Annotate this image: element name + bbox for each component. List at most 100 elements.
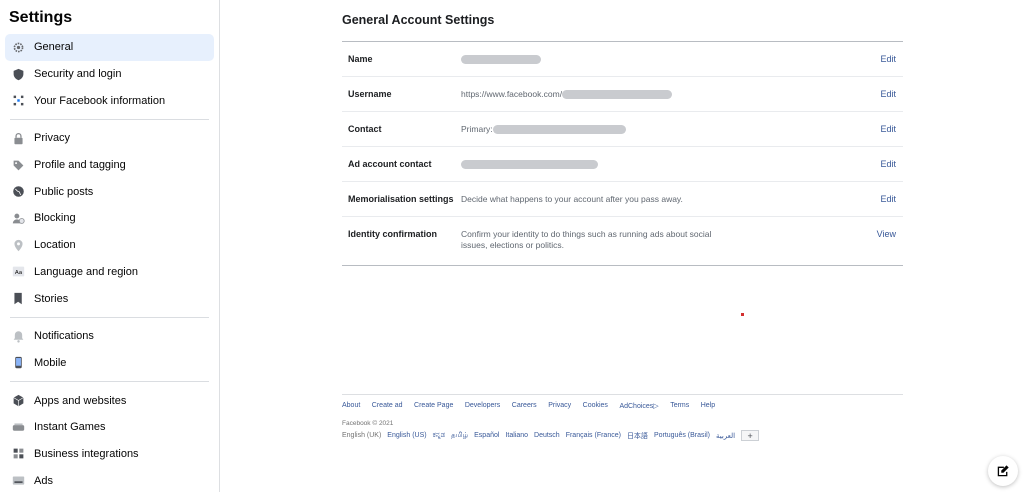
sidebar-item-label: Instant Games xyxy=(34,421,106,434)
sidebar-item-public-posts[interactable]: Public posts xyxy=(5,178,214,205)
edit-name-link[interactable]: Edit xyxy=(880,54,896,64)
language-link[interactable]: العربية xyxy=(716,432,735,440)
sidebar-item-mobile[interactable]: Mobile xyxy=(5,350,214,377)
language-link[interactable]: Italiano xyxy=(505,432,528,439)
redacted-value xyxy=(461,54,541,64)
sidebar-item-label: Public posts xyxy=(34,185,94,198)
sidebar-divider xyxy=(10,316,209,318)
setting-row-identity-confirmation: Identity confirmation Confirm your identi… xyxy=(342,217,903,261)
footer: About Create ad Create Page Developers Caree… xyxy=(342,394,903,441)
language-link[interactable]: Español xyxy=(474,432,499,439)
sidebar-item-label: Privacy xyxy=(34,132,71,145)
footer-link[interactable]: Privacy xyxy=(548,402,571,410)
sidebar-item-label: Notifications xyxy=(34,330,94,343)
footer-link[interactable]: Help xyxy=(701,402,715,410)
sidebar-item-label: Ads xyxy=(34,474,53,487)
sidebar-item-profile-and-tagging[interactable]: Profile and tagging xyxy=(5,152,214,179)
footer-links: About Create ad Create Page Developers Caree… xyxy=(342,402,903,410)
sidebar-item-general[interactable]: General xyxy=(5,34,214,61)
setting-label: Username xyxy=(348,89,392,99)
footer-link[interactable]: Create Page xyxy=(414,402,453,410)
sidebar-item-security-and-login[interactable]: Security and login xyxy=(5,61,214,88)
setting-label: Name xyxy=(348,54,373,64)
setting-value: https://www.facebook.com/ xyxy=(461,89,903,99)
setting-value: Primary: xyxy=(461,124,903,134)
language-link[interactable]: Deutsch xyxy=(534,432,560,439)
sidebar-item-label: Mobile xyxy=(34,356,67,369)
red-dot xyxy=(741,313,744,316)
ads-icon xyxy=(11,474,25,488)
setting-value xyxy=(461,54,903,64)
setting-label: Memorialisation settings xyxy=(348,194,454,204)
location-pin-icon xyxy=(11,238,25,252)
language-selector: English (UK) English (US) ಕನ್ನಡ தமிழ் Españo… xyxy=(342,430,903,441)
language-link[interactable]: Français (France) xyxy=(566,432,621,439)
language-link[interactable]: Português (Brasil) xyxy=(654,432,710,439)
sidebar-item-privacy[interactable]: Privacy xyxy=(5,125,214,152)
gear-icon xyxy=(11,40,25,54)
sidebar-item-label: Apps and websites xyxy=(34,394,127,407)
sidebar-item-stories[interactable]: Stories xyxy=(5,285,214,312)
sidebar-item-label: Security and login xyxy=(34,68,122,81)
page-title: General Account Settings xyxy=(342,13,495,27)
mobile-icon xyxy=(11,356,25,370)
sidebar-item-label: General xyxy=(34,41,74,54)
redacted-value xyxy=(562,89,673,99)
setting-row-ad-account-contact: Ad account contact Edit xyxy=(342,147,903,182)
gamepad-icon xyxy=(11,420,25,434)
footer-link[interactable]: About xyxy=(342,402,360,410)
sidebar-item-ads[interactable]: Ads xyxy=(5,467,214,492)
setting-value-text: Confirm your identity to do things such … xyxy=(461,229,712,250)
language-link[interactable]: 日本語 xyxy=(627,431,648,441)
language-link[interactable]: English (US) xyxy=(387,432,426,439)
edit-memorialisation-settings-link[interactable]: Edit xyxy=(880,194,896,204)
footer-link[interactable]: Create ad xyxy=(372,402,403,410)
svg-text:Aa: Aa xyxy=(14,270,21,276)
setting-value-text: Decide what happens to your account afte… xyxy=(461,194,683,204)
sidebar-group: Notifications Mobile xyxy=(0,323,219,376)
setting-row-name: Name Edit xyxy=(342,42,903,77)
sidebar-item-business-integrations[interactable]: Business integrations xyxy=(5,441,214,468)
sidebar-item-instant-games[interactable]: Instant Games xyxy=(5,414,214,441)
puzzle-icon xyxy=(11,447,25,461)
compose-button[interactable] xyxy=(988,456,1018,486)
sidebar-group: General Security and login Your Facebook i… xyxy=(0,34,219,114)
view-identity-confirmation-link[interactable]: View xyxy=(877,229,896,239)
sidebar-item-notifications[interactable]: Notifications xyxy=(5,323,214,350)
setting-label: Contact xyxy=(348,124,382,134)
footer-link[interactable]: Terms xyxy=(670,402,689,410)
book-icon xyxy=(11,292,25,306)
sidebar-group: Privacy Profile and tagging Public posts Bl… xyxy=(0,125,219,312)
shield-icon xyxy=(11,67,25,81)
sidebar-item-your-facebook-information[interactable]: Your Facebook information xyxy=(5,87,214,114)
language-link[interactable]: தமிழ் xyxy=(451,431,468,440)
setting-label: Ad account contact xyxy=(348,159,432,169)
edit-ad-account-contact-link[interactable]: Edit xyxy=(880,159,896,169)
edit-username-link[interactable]: Edit xyxy=(880,89,896,99)
setting-row-memorialisation-settings: Memorialisation settings Decide what happ… xyxy=(342,182,903,217)
sidebar-item-label: Location xyxy=(34,239,76,252)
more-languages-button[interactable]: + xyxy=(741,430,760,441)
footer-link[interactable]: Developers xyxy=(465,402,500,410)
tag-icon xyxy=(11,158,25,172)
bell-icon xyxy=(11,329,25,343)
sidebar-item-language-and-region[interactable]: Aa Language and region xyxy=(5,259,214,286)
setting-value-text: Primary: xyxy=(461,124,493,134)
setting-value: Decide what happens to your account afte… xyxy=(461,194,903,204)
footer-link[interactable]: Cookies xyxy=(583,402,608,410)
sidebar-item-label: Your Facebook information xyxy=(34,94,166,107)
sidebar-item-blocking[interactable]: Blocking xyxy=(5,205,214,232)
edit-contact-link[interactable]: Edit xyxy=(880,124,896,134)
sidebar-item-label: Business integrations xyxy=(34,447,139,460)
language-link[interactable]: ಕನ್ನಡ xyxy=(433,432,445,440)
footer-link[interactable]: Careers xyxy=(512,402,537,410)
setting-value-text: https://www.facebook.com/ xyxy=(461,89,563,99)
redacted-value xyxy=(461,159,598,169)
sidebar-item-location[interactable]: Location xyxy=(5,232,214,259)
setting-row-username: Username https://www.facebook.com/Edit xyxy=(342,77,903,112)
footer-link[interactable]: AdChoices▷ xyxy=(619,402,658,410)
globe-icon xyxy=(11,185,25,199)
settings-sidebar: Settings General Security and login Your F… xyxy=(0,0,220,492)
setting-value xyxy=(461,159,903,169)
sidebar-item-apps-and-websites[interactable]: Apps and websites xyxy=(5,387,214,414)
